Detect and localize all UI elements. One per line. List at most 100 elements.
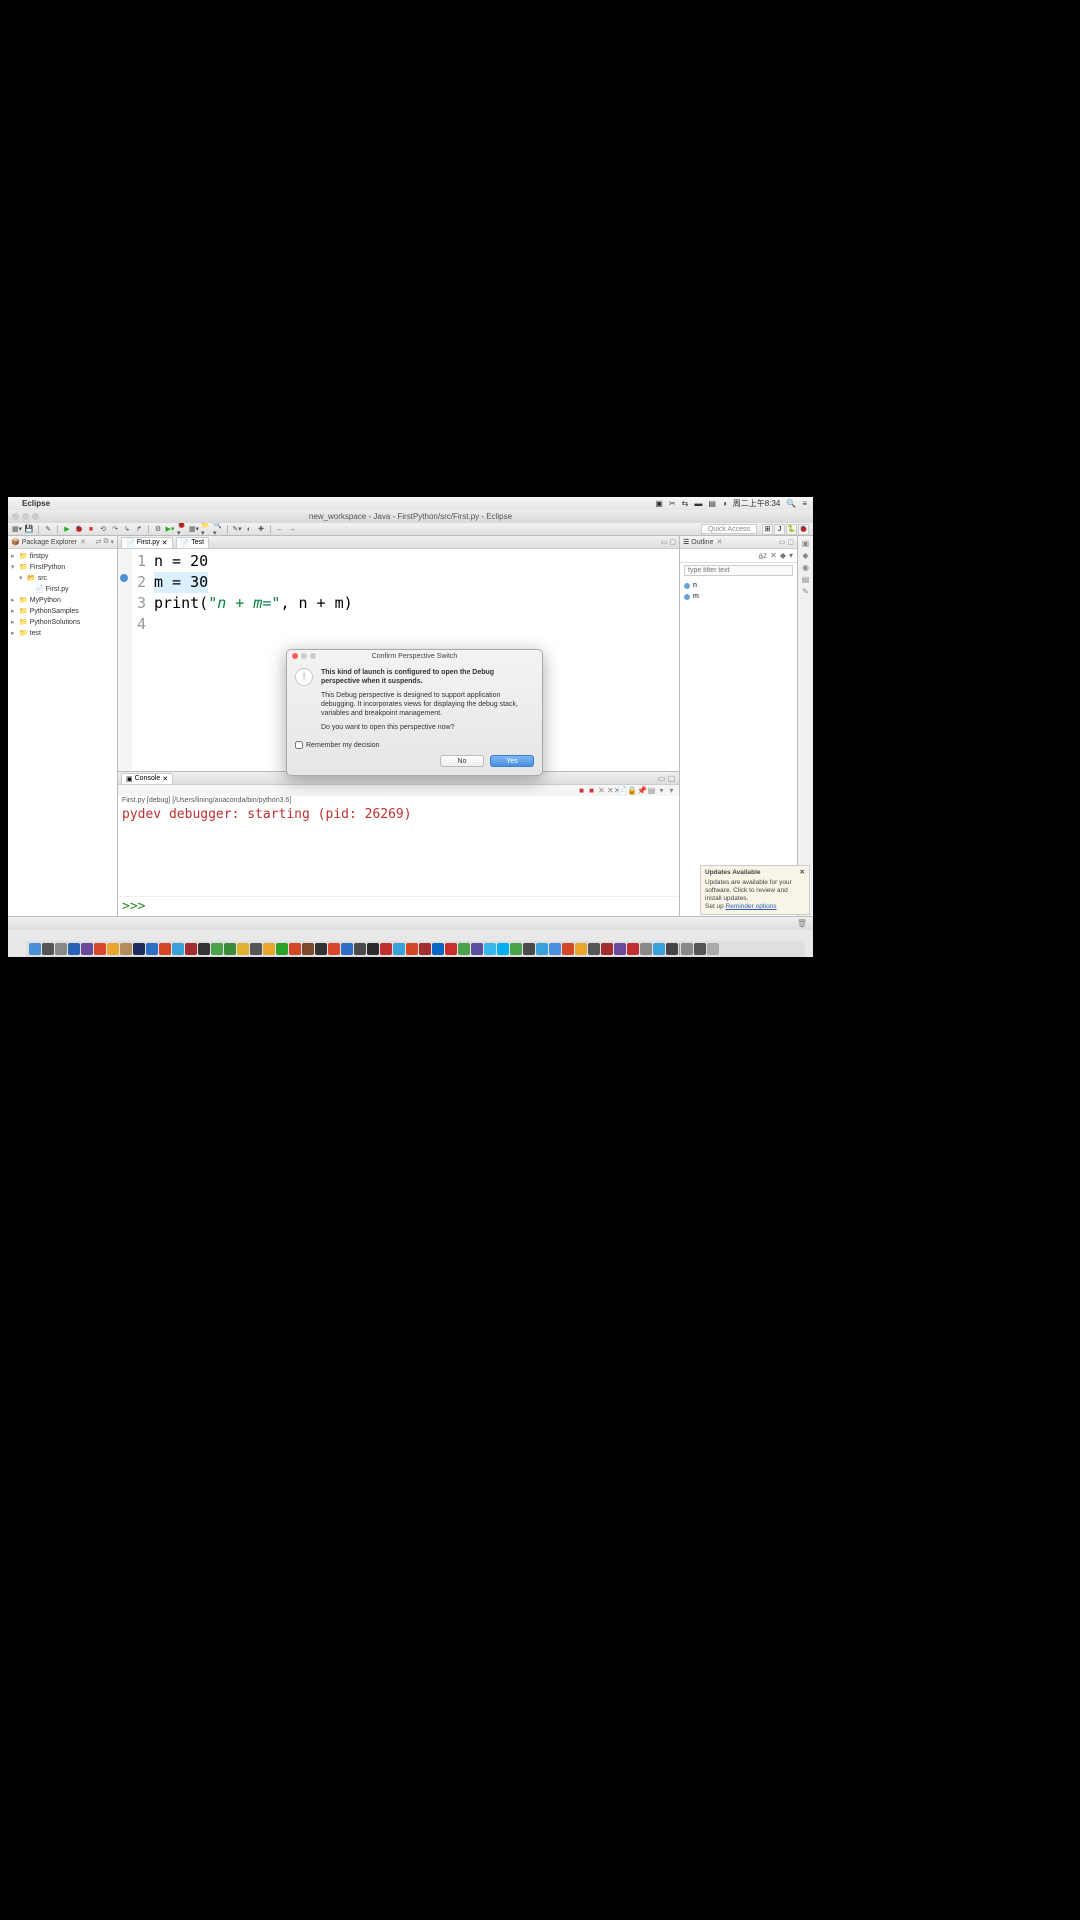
- console-tab[interactable]: ▣Console✕: [121, 773, 173, 784]
- minimize-icon[interactable]: ▭: [661, 538, 668, 546]
- debug-dropdown[interactable]: 🐞▾: [177, 524, 187, 534]
- hide-button[interactable]: ✕: [770, 551, 777, 560]
- dock-app-icon[interactable]: [185, 943, 197, 955]
- remember-checkbox[interactable]: [295, 741, 303, 749]
- dock-app-icon[interactable]: [432, 943, 444, 955]
- dock-app-icon[interactable]: [302, 943, 314, 955]
- dock-app-icon[interactable]: [367, 943, 379, 955]
- link-icon[interactable]: ⧉: [103, 538, 108, 546]
- dock-app-icon[interactable]: [354, 943, 366, 955]
- project-tree[interactable]: ▸📁firstpy ▾📁FirstPython ▾📂src 📄First.py …: [8, 549, 117, 641]
- yes-button[interactable]: Yes: [490, 755, 534, 767]
- forward-button[interactable]: →: [287, 524, 297, 534]
- breakpoint-marker[interactable]: [120, 574, 128, 582]
- terminate-all-button[interactable]: ■: [587, 786, 596, 795]
- dock-app-icon[interactable]: [224, 943, 236, 955]
- dock-app-icon[interactable]: [406, 943, 418, 955]
- dock-app-icon[interactable]: [29, 943, 41, 955]
- console-prompt[interactable]: >>>: [118, 896, 679, 916]
- menu-extra-icon[interactable]: ⇆: [682, 499, 689, 508]
- menu-icon[interactable]: ≡: [802, 499, 807, 508]
- clock[interactable]: 周二上午8:34: [733, 498, 781, 509]
- outline-item[interactable]: n: [684, 580, 793, 591]
- perspective-switcher[interactable]: ⊞J🐍🐞: [762, 524, 809, 535]
- outline-item[interactable]: m: [684, 591, 793, 602]
- maximize-icon[interactable]: ▢: [787, 538, 794, 546]
- close-icon[interactable]: ✕: [80, 538, 86, 546]
- dock-app-icon[interactable]: [81, 943, 93, 955]
- dock-app-icon[interactable]: [694, 943, 706, 955]
- dock-app-icon[interactable]: [159, 943, 171, 955]
- dock-app-icon[interactable]: [523, 943, 535, 955]
- reminder-options-link[interactable]: Reminder options: [726, 903, 777, 910]
- stop-button[interactable]: ■: [86, 524, 96, 534]
- maximize-icon[interactable]: ▢: [669, 538, 676, 546]
- save-button[interactable]: 💾: [24, 524, 34, 534]
- dock-app-icon[interactable]: [107, 943, 119, 955]
- dock-app-icon[interactable]: [172, 943, 184, 955]
- menubar-app-name[interactable]: Eclipse: [22, 499, 50, 508]
- remove-button[interactable]: ✕: [597, 786, 606, 795]
- dock-app-icon[interactable]: [341, 943, 353, 955]
- dock-app-icon[interactable]: [614, 943, 626, 955]
- editor-tab[interactable]: 📄First.py✕: [121, 537, 173, 548]
- dock-app-icon[interactable]: [666, 943, 678, 955]
- dock-app-icon[interactable]: [133, 943, 145, 955]
- tool-button[interactable]: ✚: [256, 524, 266, 534]
- close-icon[interactable]: ✕: [162, 775, 168, 783]
- dock-app-icon[interactable]: [419, 943, 431, 955]
- remove-all-button[interactable]: ✕✕: [607, 786, 616, 795]
- dock-app-icon[interactable]: [653, 943, 665, 955]
- dock-app-icon[interactable]: [588, 943, 600, 955]
- console-menu[interactable]: ▾: [657, 786, 666, 795]
- console-output[interactable]: pydev debugger: starting (pid: 26269): [118, 805, 679, 896]
- dock-app-icon[interactable]: [484, 943, 496, 955]
- tool-button[interactable]: ⟲: [98, 524, 108, 534]
- window-traffic-lights[interactable]: [12, 513, 39, 520]
- trash-icon[interactable]: [707, 943, 719, 955]
- new-console-button[interactable]: ▾: [667, 786, 676, 795]
- editor-gutter[interactable]: [118, 549, 132, 771]
- dock-app-icon[interactable]: [640, 943, 652, 955]
- dock-app-icon[interactable]: [380, 943, 392, 955]
- tool-button[interactable]: ◆: [780, 551, 786, 560]
- dock-app-icon[interactable]: [510, 943, 522, 955]
- tool-button[interactable]: ▤: [802, 575, 810, 584]
- no-button[interactable]: No: [440, 755, 484, 767]
- tool-button[interactable]: ✎▾: [232, 524, 242, 534]
- menu-extra-icon[interactable]: ▤: [708, 499, 716, 508]
- dock-app-icon[interactable]: [276, 943, 288, 955]
- dock-app-icon[interactable]: [198, 943, 210, 955]
- close-icon[interactable]: [292, 653, 298, 659]
- dock-app-icon[interactable]: [146, 943, 158, 955]
- step-into-button[interactable]: ↳: [122, 524, 132, 534]
- pin-button[interactable]: 📌: [637, 786, 646, 795]
- dock-app-icon[interactable]: [120, 943, 132, 955]
- dock-app-icon[interactable]: [42, 943, 54, 955]
- menu-icon[interactable]: ▾: [789, 551, 793, 560]
- dock-app-icon[interactable]: [289, 943, 301, 955]
- wifi-icon[interactable]: ◑: [722, 499, 727, 508]
- run-button[interactable]: ▶: [62, 524, 72, 534]
- debug-button[interactable]: 🐞: [74, 524, 84, 534]
- menu-icon[interactable]: ▾: [110, 538, 114, 546]
- dock-app-icon[interactable]: [445, 943, 457, 955]
- editor-tab[interactable]: 📄Test: [176, 537, 210, 548]
- new-button[interactable]: ▦▾: [12, 524, 22, 534]
- menu-extra-icon[interactable]: ✂: [669, 499, 676, 508]
- clear-button[interactable]: 📄: [617, 786, 626, 795]
- sort-button[interactable]: a̲z: [759, 551, 767, 560]
- dock-app-icon[interactable]: [328, 943, 340, 955]
- tool-button[interactable]: ✎: [802, 587, 809, 596]
- dock-app-icon[interactable]: [458, 943, 470, 955]
- tool-button[interactable]: ◆: [802, 551, 808, 560]
- dock-app-icon[interactable]: [263, 943, 275, 955]
- step-return-button[interactable]: ↱: [134, 524, 144, 534]
- dock-app-icon[interactable]: [601, 943, 613, 955]
- dock-app-icon[interactable]: [497, 943, 509, 955]
- back-button[interactable]: ←: [275, 524, 285, 534]
- run-dropdown[interactable]: ▶▾: [165, 524, 175, 534]
- tool-button[interactable]: ▦▾: [189, 524, 199, 534]
- dock-app-icon[interactable]: [575, 943, 587, 955]
- tool-button[interactable]: ⚙: [153, 524, 163, 534]
